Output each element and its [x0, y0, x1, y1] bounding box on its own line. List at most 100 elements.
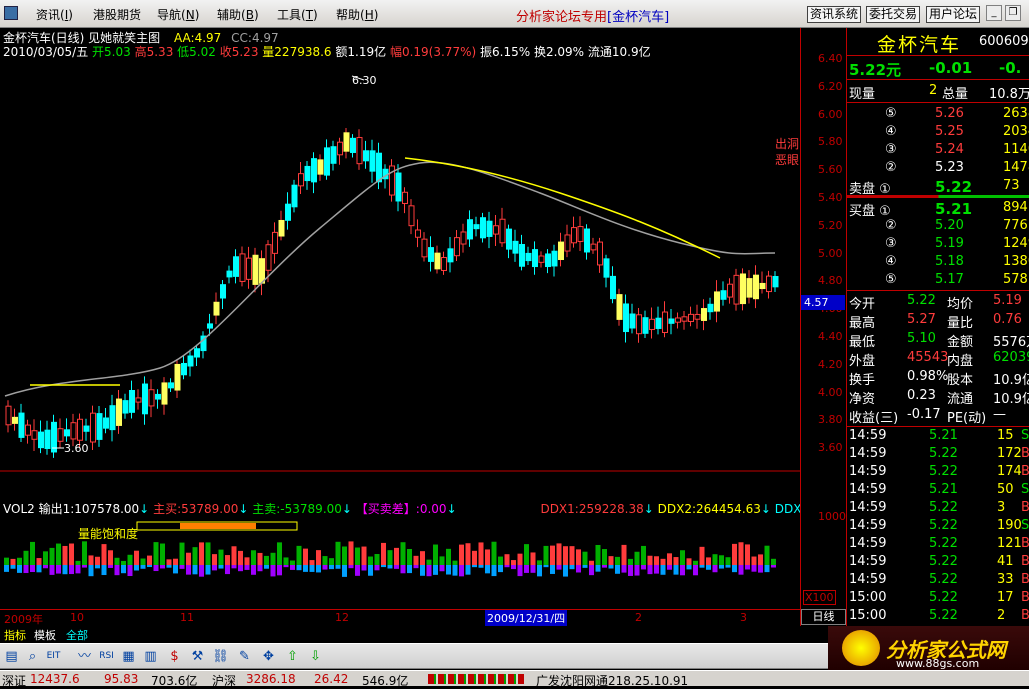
stat-value: —	[993, 407, 1006, 422]
x-label-11: 11	[180, 611, 194, 624]
home-icon[interactable]: ▤	[3, 648, 20, 665]
trade-button[interactable]: 委托交易	[866, 6, 921, 23]
menu-ganggu[interactable]: 港股期货	[93, 6, 141, 23]
stat-label: 今开	[849, 297, 876, 312]
tick-row: 14:59 5.21 15 S	[847, 428, 1029, 447]
volume-bar	[160, 543, 165, 565]
volume-bar	[491, 541, 497, 565]
volume-bar-neg	[101, 565, 107, 576]
tick-side: B	[1021, 536, 1029, 551]
volume-bar-neg	[231, 565, 237, 569]
volume-bar	[634, 551, 640, 565]
zoom-icon[interactable]: ⌕	[24, 648, 41, 665]
kline-chart[interactable]: 金杯汽车(日线) 见她就笑主图 AA:4.97 CC:4.97 2010/03/…	[0, 28, 846, 626]
candle-body	[564, 234, 571, 252]
volume-bar	[101, 544, 107, 565]
forum-button[interactable]: 用户论坛	[926, 6, 981, 23]
volume-bar	[212, 554, 217, 565]
stat-label: 股本	[947, 373, 974, 388]
zixun-system-button[interactable]: 资讯系统	[807, 6, 862, 23]
app-icon[interactable]	[4, 6, 18, 20]
move-icon[interactable]: ✥	[260, 648, 277, 665]
volume-bar	[530, 552, 536, 565]
menu-zixun[interactable]: 资讯(I)	[36, 6, 73, 23]
grid-icon[interactable]: ▦	[120, 648, 137, 665]
volume-bar	[543, 545, 549, 565]
candle-body	[577, 226, 584, 242]
volume-bar-neg	[186, 565, 191, 575]
volume-bar	[556, 543, 562, 565]
candle-body	[532, 249, 538, 268]
candle-body	[376, 152, 382, 183]
candle-body	[714, 291, 720, 312]
link-icon[interactable]: ⛓	[212, 648, 229, 665]
candlestick-plot[interactable]: 6.30 3.60 出洞 恶眼 量能饱和度	[0, 28, 800, 608]
menu-bangzhu[interactable]: 帮助(H)	[336, 6, 378, 23]
bar-chart-icon[interactable]: ▥	[142, 648, 159, 665]
sell-level-row: ⑤ 5.26 2638	[847, 106, 1029, 125]
stat-row: 收益(三) -0.17 PE(动) —	[847, 407, 1029, 426]
stat-label: 收益(三)	[849, 411, 899, 426]
volume-bar	[602, 549, 607, 565]
price-tick: 5.60	[818, 163, 843, 177]
dollar-icon[interactable]: $	[166, 648, 183, 665]
menu-gongju[interactable]: 工具(T)	[277, 6, 318, 23]
arrow-up-icon[interactable]: ⇧	[284, 648, 301, 665]
tab-all[interactable]: 全部	[66, 627, 88, 643]
volume-bar	[751, 556, 757, 565]
trend-icon[interactable]: 〰	[76, 648, 93, 665]
volume-bar	[660, 558, 666, 565]
volume-bar-neg	[23, 565, 29, 574]
tab-indicator[interactable]: 指标	[4, 627, 26, 643]
volume-bar-neg	[485, 565, 490, 574]
candle-body	[148, 389, 155, 407]
volume-bar	[329, 558, 334, 565]
volume-bar	[706, 557, 711, 565]
tick-volume: 33	[997, 572, 1014, 587]
arrow-down-icon[interactable]: ⇩	[307, 648, 324, 665]
last-price: 5.22元	[849, 61, 902, 79]
pencil-icon[interactable]: ✎	[236, 648, 253, 665]
minimize-icon[interactable]: _	[986, 5, 1002, 21]
volume-saturation-note: 量能饱和度	[78, 526, 138, 541]
volume-bar	[231, 546, 237, 565]
tick-row: 14:59 5.22 121 B	[847, 536, 1029, 555]
menu-fuzhu[interactable]: 辅助(B)	[217, 6, 259, 23]
volume-bar-neg	[303, 565, 308, 572]
volume-bar	[712, 554, 718, 565]
volume-bar-neg	[361, 565, 367, 571]
volume-bar	[745, 544, 750, 565]
tick-time: 14:59	[849, 500, 887, 515]
volume-bar-neg	[628, 565, 633, 576]
volume-bar-neg	[264, 565, 269, 569]
volume-bar-neg	[660, 565, 666, 575]
menu-daohang[interactable]: 导航(N)	[157, 6, 199, 23]
tick-volume: 15	[997, 428, 1014, 443]
signal-note-1: 出洞	[775, 137, 799, 151]
restore-icon[interactable]: ❐	[1005, 5, 1021, 21]
volume-bar	[576, 549, 581, 565]
volume-bar-neg	[173, 565, 178, 574]
price-tick: 5.20	[818, 218, 843, 232]
price-tick: 6.40	[818, 52, 843, 65]
stat-label: PE(动)	[947, 411, 987, 426]
candle-body	[272, 231, 278, 254]
volume-bar-neg	[251, 565, 256, 575]
tools-icon[interactable]: ⚒	[189, 648, 206, 665]
volume-bar-neg	[751, 565, 757, 572]
rsi-icon[interactable]: RSI	[98, 648, 115, 665]
tick-time: 15:00	[849, 608, 887, 623]
price-tick: 6.00	[818, 107, 843, 121]
f10-icon[interactable]: EIT	[45, 648, 62, 665]
volume-bar-neg	[699, 565, 705, 568]
period-button[interactable]: 日线	[801, 609, 846, 625]
candle-body	[421, 238, 428, 258]
candle-body	[12, 416, 18, 424]
tick-volume: 174	[997, 464, 1022, 479]
candle-body	[259, 258, 265, 284]
tick-time: 14:59	[849, 536, 887, 551]
tab-template[interactable]: 模板	[34, 627, 56, 643]
window-title: 分析家论坛专用[金杯汽车]	[516, 10, 670, 25]
volume-bar-neg	[725, 565, 731, 568]
candle-body	[246, 257, 252, 280]
